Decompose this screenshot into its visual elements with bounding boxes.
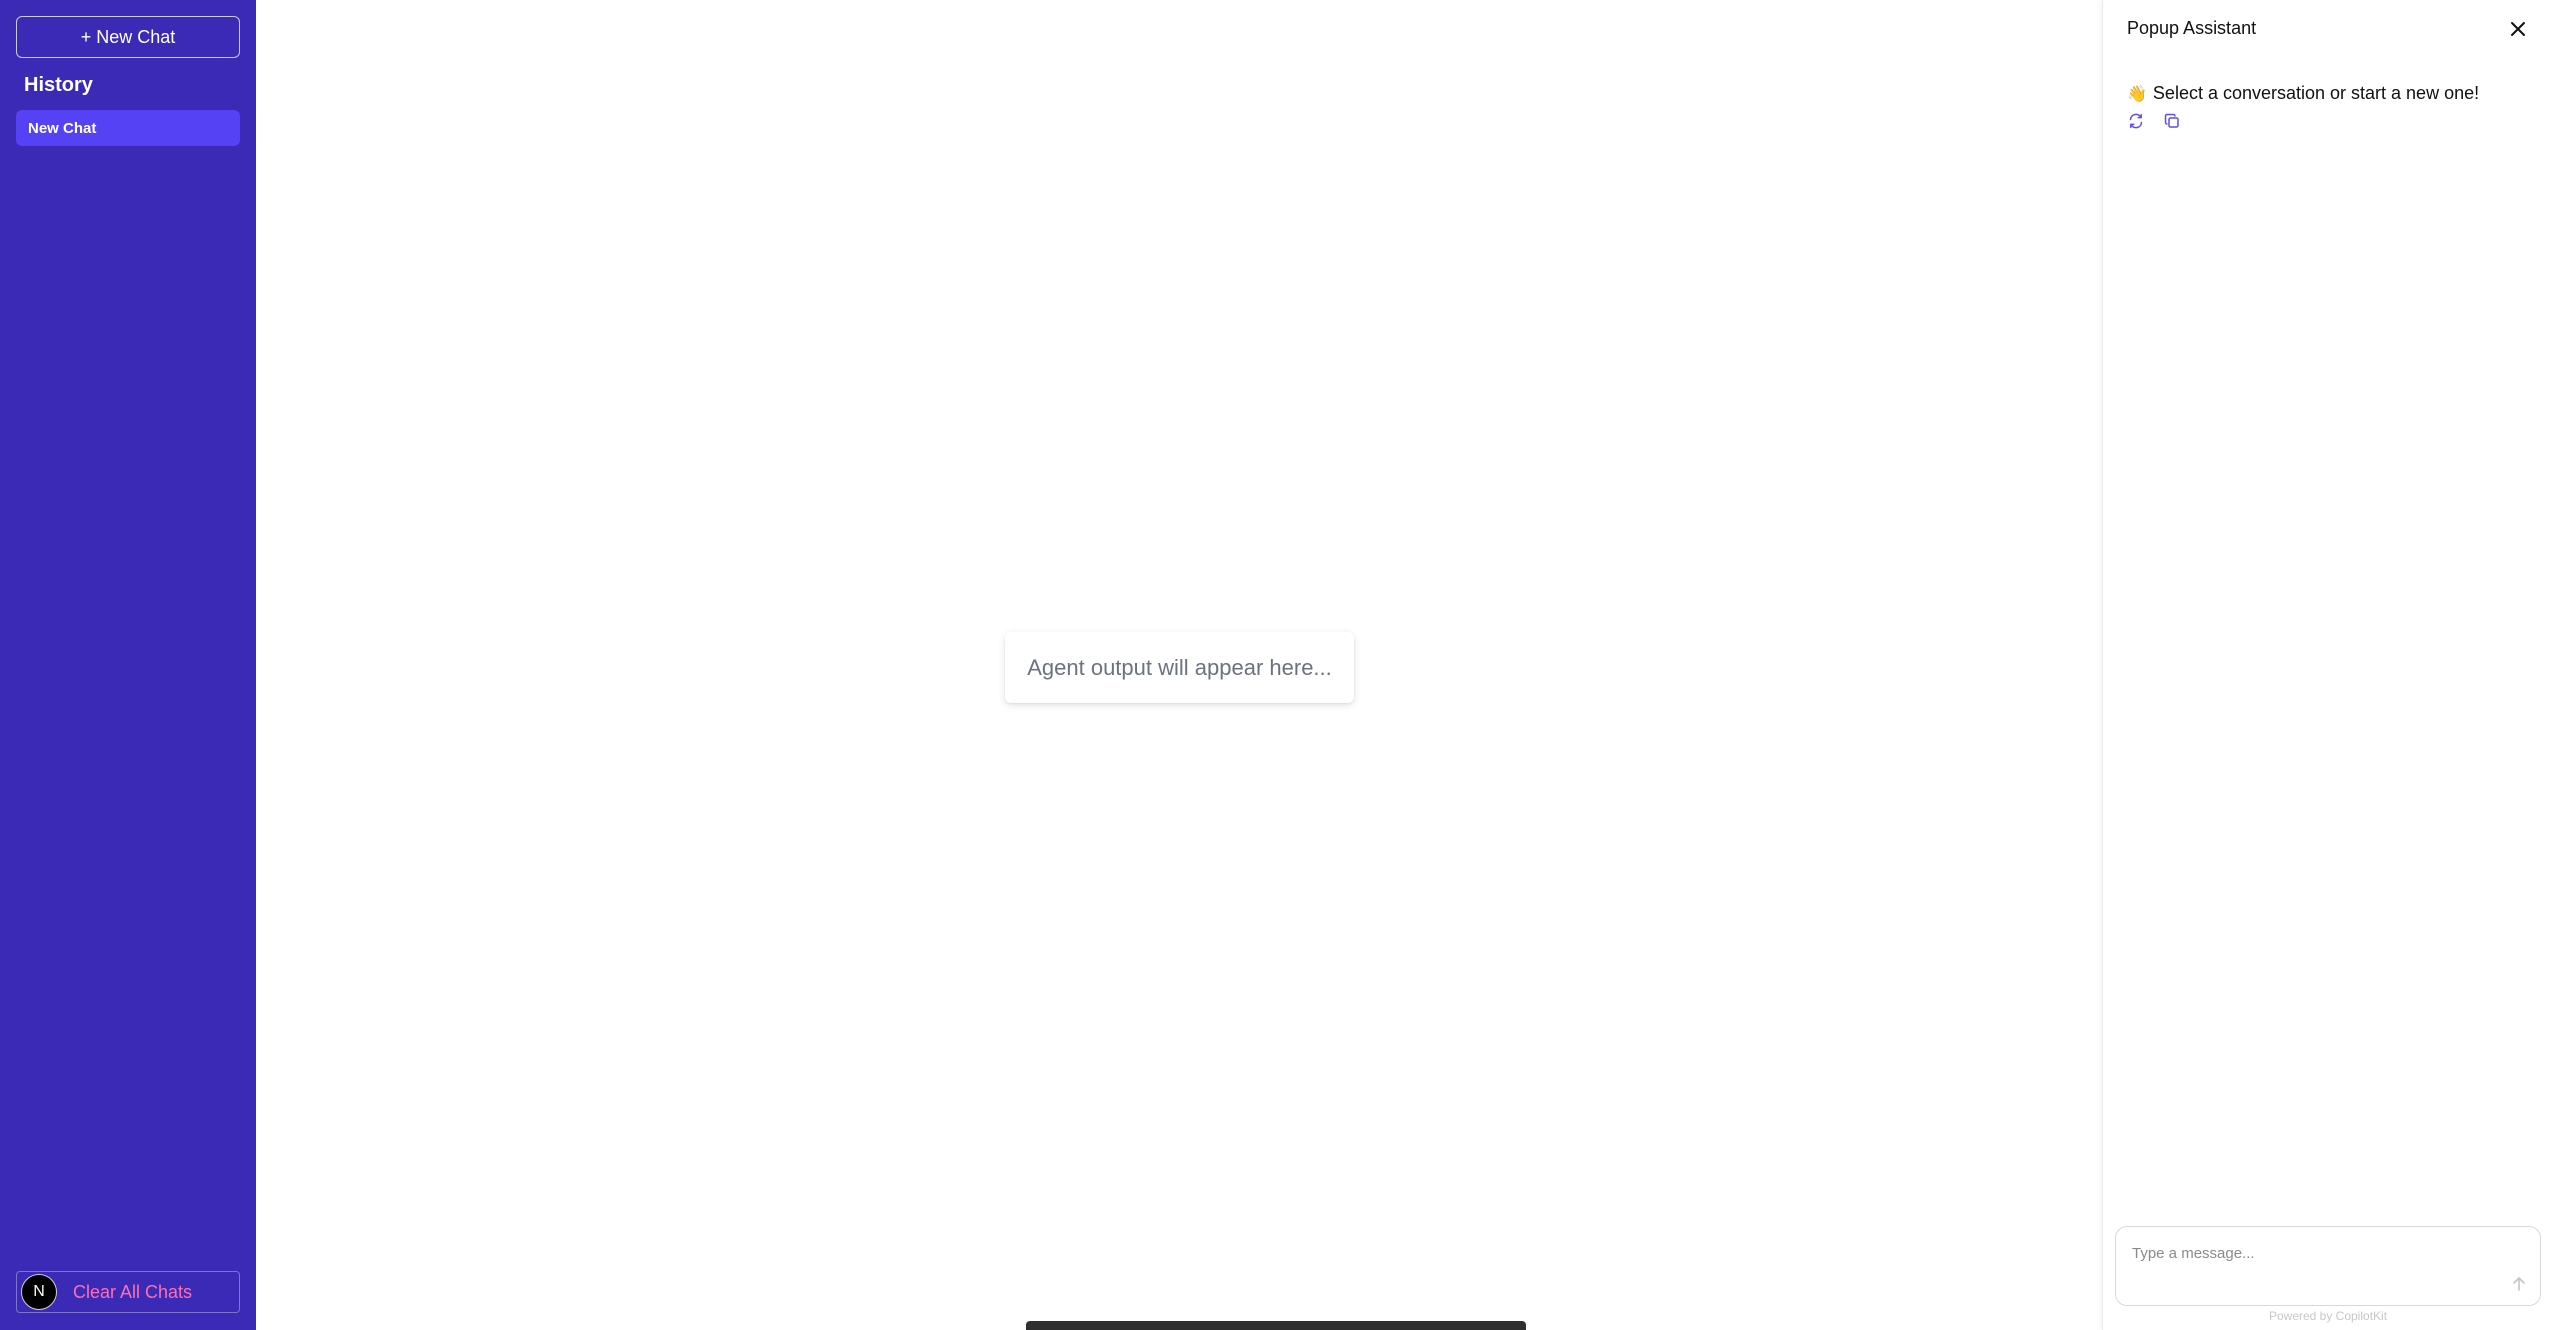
main-area: Agent output will appear here... [256, 0, 2102, 1330]
message-input-box [2115, 1226, 2541, 1306]
history-heading: History [24, 74, 93, 96]
sidebar: + New Chat History New Chat N Clear All … [0, 0, 256, 1330]
powered-by-label: Powered by CopilotKit [2268, 1309, 2388, 1323]
history-item[interactable]: New Chat [16, 110, 240, 146]
arrow-up-icon [2513, 1277, 2525, 1291]
message-input[interactable] [2130, 1241, 2490, 1265]
agent-output-placeholder: Agent output will appear here... [1027, 654, 1332, 680]
copy-button[interactable] [2163, 112, 2181, 130]
message-controls [2127, 112, 2181, 130]
popup-assistant-panel: Popup Assistant 👋 Select a conversation … [2102, 0, 2552, 1330]
history-list: New Chat [16, 110, 240, 146]
new-chat-button[interactable]: + New Chat [16, 16, 240, 58]
clear-all-chats-button[interactable]: Clear All Chats [73, 1282, 192, 1303]
regenerate-button[interactable] [2127, 112, 2145, 130]
send-button[interactable] [2508, 1273, 2530, 1295]
wave-emoji: 👋 [2127, 85, 2147, 103]
agent-output-card: Agent output will appear here... [1005, 632, 1354, 703]
welcome-message: 👋 Select a conversation or start a new o… [2127, 83, 2479, 104]
avatar[interactable]: N [21, 1274, 57, 1310]
welcome-text: Select a conversation or start a new one… [2152, 83, 2480, 103]
refresh-icon [2129, 113, 2143, 129]
copy-icon [2164, 113, 2179, 128]
bottom-bar [1026, 1321, 1526, 1330]
close-icon [2511, 22, 2525, 36]
close-button[interactable] [2505, 16, 2531, 42]
panel-title: Popup Assistant [2127, 18, 2257, 38]
sidebar-footer: N Clear All Chats [16, 1271, 240, 1313]
